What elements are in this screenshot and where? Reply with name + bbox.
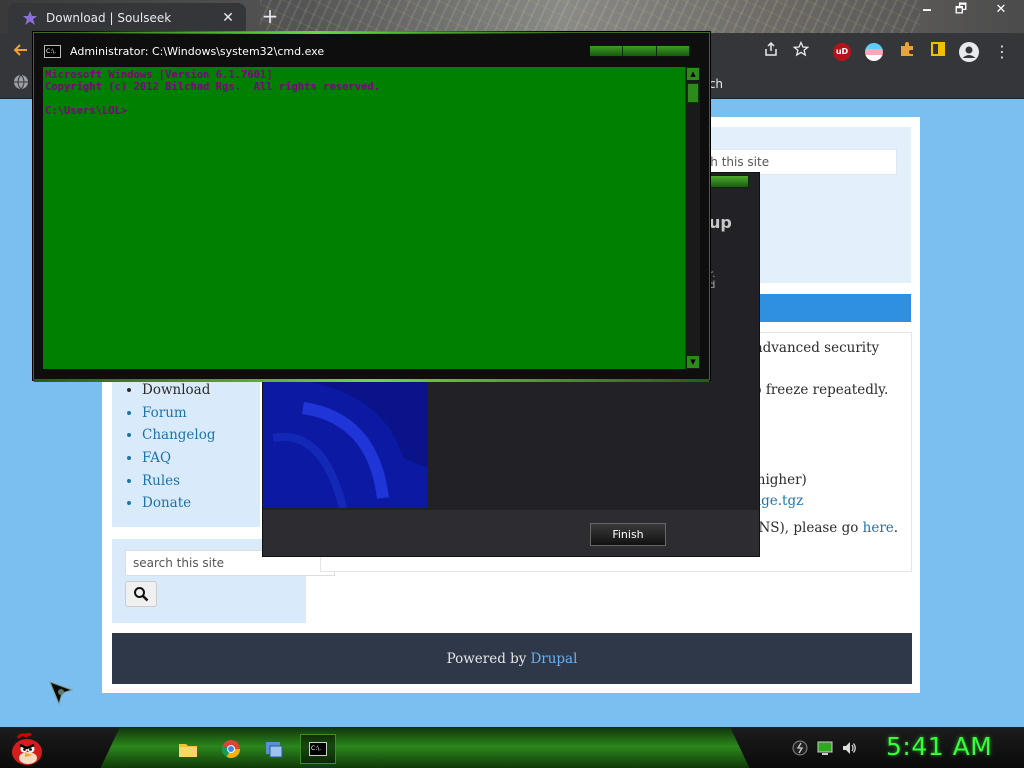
search-button[interactable] [125, 581, 157, 607]
new-tab-button[interactable]: + [258, 4, 282, 28]
nav-item-forum[interactable]: Forum [142, 402, 260, 425]
scroll-up-arrow-icon[interactable]: ▲ [687, 68, 699, 80]
bookmark-star-icon[interactable] [790, 40, 812, 63]
back-arrow-icon[interactable] [10, 41, 32, 63]
setup-banner-image [263, 378, 428, 508]
content-line-please-go: k NS), please go here. [746, 520, 898, 536]
cmd-scrollbar[interactable]: ▲ ▼ [685, 67, 700, 369]
taskbar-clock[interactable]: 5:41 AM [886, 732, 992, 761]
tray-volume-icon[interactable] [841, 740, 857, 756]
cmd-console-output[interactable]: Microsoft Windows [Version 6.1.7601] Cop… [43, 67, 685, 369]
extensions-puzzle-icon[interactable] [896, 41, 918, 63]
chrome-menu-icon[interactable]: ⋮ [991, 41, 1013, 63]
please-go-text: k NS), please go [746, 520, 859, 536]
browser-tab-strip: Download | Soulseek ✕ + 🗕 🗗 ✕ [0, 0, 1024, 33]
console-line: Microsoft Windows [Version 6.1.7601] [45, 69, 273, 81]
mouse-cursor-icon [48, 680, 74, 706]
minimize-button[interactable]: 🗕 [910, 0, 944, 20]
cmd-window-title: Administrator: C:\Windows\system32\cmd.e… [70, 44, 325, 58]
flag-extension-icon[interactable] [865, 43, 883, 61]
cmd-window-controls [589, 45, 691, 57]
search-icon [134, 587, 149, 602]
cmd-close-button[interactable] [656, 46, 690, 56]
drupal-link[interactable]: Drupal [530, 651, 577, 667]
content-line-security: i advanced security [746, 340, 880, 356]
cmd-window[interactable]: C:\. Administrator: C:\Windows\system32\… [33, 31, 710, 382]
taskbar-setup-app-icon[interactable] [256, 734, 292, 764]
scroll-down-arrow-icon[interactable]: ▼ [687, 356, 699, 368]
period-text: . [893, 520, 899, 536]
finish-button[interactable]: Finish [590, 523, 666, 546]
share-icon[interactable] [760, 41, 782, 63]
window-controls: 🗕 🗗 ✕ [910, 0, 1024, 22]
ublock-extension-icon[interactable]: uD [833, 43, 851, 61]
nav-item-changelog[interactable]: Changelog [142, 424, 260, 447]
close-window-button[interactable]: ✕ [978, 0, 1024, 20]
cmd-taskbar-glyph: C:\. [309, 742, 327, 756]
nav-item-rules[interactable]: Rules [142, 470, 260, 493]
tab-title: Download | Soulseek [46, 11, 172, 25]
cmd-window-icon: C:\. [44, 44, 61, 58]
taskbar-file-explorer-icon[interactable] [170, 734, 206, 764]
soulseek-favicon-icon [22, 10, 38, 26]
console-line: Copyright (c) 2012 Bilchad Rgs. All righ… [45, 81, 381, 93]
powered-by-text: Powered by [446, 650, 527, 667]
taskbar-chrome-icon[interactable] [213, 734, 249, 764]
setup-button-bar: Finish [263, 510, 759, 556]
restore-button[interactable]: 🗗 [944, 0, 978, 20]
here-link[interactable]: here [863, 520, 894, 536]
taskbar: C:\. 5:41 AM [0, 727, 1024, 768]
taskbar-cmd-icon[interactable]: C:\. [300, 734, 336, 764]
cmd-minimize-button[interactable] [590, 46, 624, 56]
setup-heading: up [709, 213, 732, 232]
cmd-bottom-glow [34, 379, 709, 382]
tab-close-icon[interactable]: ✕ [220, 10, 236, 26]
tray-monitor-icon[interactable] [817, 740, 833, 756]
browser-tab-download-soulseek[interactable]: Download | Soulseek ✕ [8, 3, 246, 33]
globe-bookmark-icon[interactable] [10, 74, 32, 96]
cmd-maximize-button[interactable] [623, 46, 657, 56]
start-button-angry-bird-icon[interactable] [8, 730, 46, 768]
nav-item-donate[interactable]: Donate [142, 492, 260, 515]
reading-list-icon[interactable] [927, 41, 949, 63]
scrollbar-thumb[interactable] [687, 83, 699, 103]
site-navigation: Download Forum Changelog FAQ Rules Donat… [112, 357, 260, 527]
console-prompt: C:\Users\LOL> [45, 105, 128, 117]
profile-avatar-icon[interactable] [958, 41, 980, 63]
site-footer: Powered by Drupal [112, 633, 912, 684]
tray-network-hub-icon[interactable] [792, 740, 808, 756]
nav-item-faq[interactable]: FAQ [142, 447, 260, 470]
content-line-freeze: to freeze repeatedly. [748, 382, 889, 398]
browser-theme-art [260, 0, 920, 33]
nav-item-download[interactable]: Download [142, 379, 260, 402]
